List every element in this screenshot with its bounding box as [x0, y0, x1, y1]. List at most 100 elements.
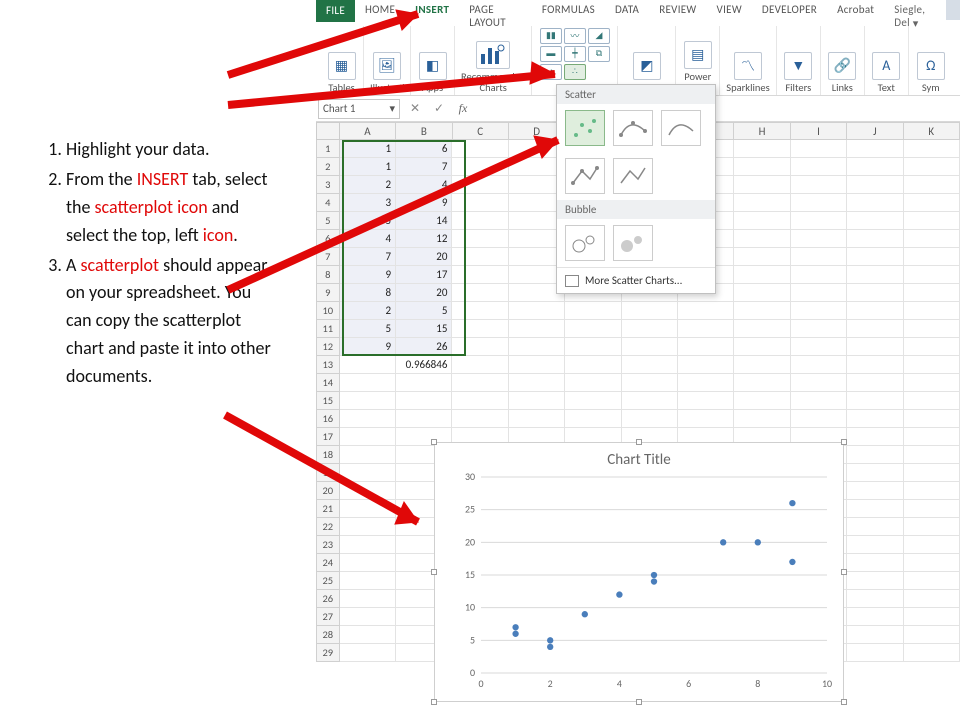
cell[interactable]	[340, 554, 396, 572]
resize-handle[interactable]	[636, 699, 642, 705]
cell[interactable]	[847, 176, 903, 194]
cell[interactable]	[734, 266, 790, 284]
resize-handle[interactable]	[431, 569, 437, 575]
cell[interactable]	[791, 140, 847, 158]
cell[interactable]: 15	[396, 320, 452, 338]
row-header[interactable]: 11	[316, 320, 340, 338]
cell[interactable]: 4	[340, 230, 396, 248]
cell[interactable]	[678, 410, 734, 428]
cell[interactable]	[452, 194, 508, 212]
cell[interactable]	[452, 320, 508, 338]
cell[interactable]	[904, 518, 960, 536]
resize-handle[interactable]	[841, 699, 847, 705]
cell[interactable]	[847, 572, 903, 590]
worksheet[interactable]: ABCDEFGHIJK 1162173244395514641277208917…	[316, 122, 960, 720]
bubble-option-3d[interactable]	[613, 225, 653, 261]
cell[interactable]: 2	[340, 176, 396, 194]
row-header[interactable]: 20	[316, 482, 340, 500]
cell[interactable]	[904, 482, 960, 500]
cell[interactable]	[678, 302, 734, 320]
cell[interactable]	[340, 374, 396, 392]
insert-stock-chart-icon[interactable]: ┿	[564, 46, 586, 62]
row-header[interactable]: 1	[316, 140, 340, 158]
cell[interactable]: 26	[396, 338, 452, 356]
cell[interactable]	[452, 392, 508, 410]
cell[interactable]: 7	[396, 158, 452, 176]
group-links[interactable]: 🔗 Links	[821, 26, 865, 95]
row-header[interactable]: 14	[316, 374, 340, 392]
fx-icon[interactable]: fx	[454, 101, 472, 116]
cell[interactable]	[904, 608, 960, 626]
cell[interactable]	[791, 356, 847, 374]
cell[interactable]	[904, 446, 960, 464]
cell[interactable]	[452, 176, 508, 194]
cell[interactable]	[847, 158, 903, 176]
cell[interactable]	[904, 284, 960, 302]
row-header[interactable]: 10	[316, 302, 340, 320]
cell[interactable]	[847, 644, 903, 662]
cell[interactable]	[847, 500, 903, 518]
group-sparklines[interactable]: 〽 Sparklines	[720, 26, 776, 95]
cell[interactable]	[847, 536, 903, 554]
cell[interactable]	[734, 302, 790, 320]
row-header[interactable]: 24	[316, 554, 340, 572]
cell[interactable]: 3	[340, 194, 396, 212]
row-header[interactable]: 29	[316, 644, 340, 662]
cell[interactable]	[847, 482, 903, 500]
cell[interactable]	[340, 518, 396, 536]
group-symbols[interactable]: Ω Sym	[909, 26, 953, 95]
row-header[interactable]: 22	[316, 518, 340, 536]
cell[interactable]	[904, 572, 960, 590]
scatter-option-straight[interactable]	[613, 158, 653, 194]
cell[interactable]	[340, 536, 396, 554]
bubble-option-2d[interactable]	[565, 225, 605, 261]
cell[interactable]	[847, 284, 903, 302]
cell[interactable]	[565, 410, 621, 428]
chart-plot-area[interactable]: 0510152025300246810	[481, 477, 827, 673]
cell[interactable]	[565, 302, 621, 320]
cell[interactable]	[904, 392, 960, 410]
cell[interactable]	[904, 374, 960, 392]
row-header[interactable]: 25	[316, 572, 340, 590]
cell[interactable]	[340, 428, 396, 446]
tab-data[interactable]: DATA	[605, 0, 649, 22]
cell[interactable]	[340, 590, 396, 608]
embedded-chart[interactable]: Chart Title 0510152025300246810	[434, 442, 844, 702]
cell[interactable]	[847, 518, 903, 536]
cell[interactable]: 6	[396, 140, 452, 158]
cell[interactable]	[791, 338, 847, 356]
cell[interactable]	[847, 554, 903, 572]
cell[interactable]	[847, 410, 903, 428]
cell[interactable]	[904, 176, 960, 194]
cell[interactable]	[904, 248, 960, 266]
column-header[interactable]: K	[904, 122, 960, 140]
cell[interactable]	[340, 356, 396, 374]
cell[interactable]	[452, 140, 508, 158]
cell[interactable]	[565, 338, 621, 356]
cell[interactable]	[791, 212, 847, 230]
cell[interactable]	[452, 374, 508, 392]
name-box[interactable]: Chart 1▾	[318, 99, 400, 119]
scatter-option-smooth-markers[interactable]	[613, 110, 653, 146]
cell[interactable]	[509, 302, 565, 320]
insert-line-chart-icon[interactable]: 〰	[564, 28, 586, 44]
cell[interactable]	[734, 230, 790, 248]
resize-handle[interactable]	[841, 569, 847, 575]
cell[interactable]: 2	[340, 302, 396, 320]
cell[interactable]	[847, 194, 903, 212]
tab-review[interactable]: REVIEW	[649, 0, 706, 22]
cell[interactable]	[340, 608, 396, 626]
cell[interactable]	[340, 626, 396, 644]
cell[interactable]	[340, 410, 396, 428]
cell[interactable]	[452, 158, 508, 176]
cell[interactable]	[340, 446, 396, 464]
insert-combo-chart-icon[interactable]: ⧉	[588, 46, 610, 62]
cell[interactable]	[452, 302, 508, 320]
row-header[interactable]: 17	[316, 428, 340, 446]
cell[interactable]	[847, 266, 903, 284]
cell[interactable]	[791, 410, 847, 428]
insert-scatter-chart-icon[interactable]: ∴	[564, 64, 586, 80]
cell[interactable]	[509, 410, 565, 428]
cell[interactable]	[452, 266, 508, 284]
cell[interactable]: 17	[396, 266, 452, 284]
